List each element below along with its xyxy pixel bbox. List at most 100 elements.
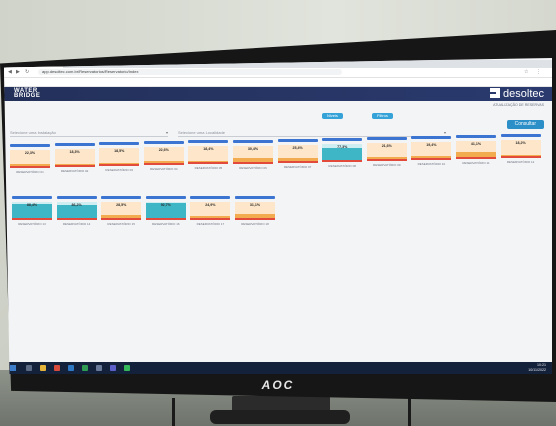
reservoir-cap (188, 140, 229, 144)
reservoir-name: RESERVATÓRIO 13 (18, 222, 46, 226)
reservoir-level-label: 77,3% (337, 144, 348, 149)
reservoir-card[interactable]: 19,4% RESERVATÓRIO 10 (411, 135, 452, 180)
reservoir-level-label: 28,5% (116, 203, 127, 207)
browser-address-bar: ◀ ▶ ↻ app.desoltec.com.br/Reservatorios/… (4, 68, 552, 78)
reservoir-card[interactable]: 18,2% RESERVATÓRIO 12 (500, 134, 541, 178)
explorer-icon[interactable] (40, 365, 46, 371)
reservoir-level-label: 41,1% (470, 142, 482, 146)
reservoir-card[interactable]: 92,7% RESERVATÓRIO 16 (145, 196, 186, 240)
reservoir-level-gauge: 28,5% (101, 202, 142, 220)
reservoir-level-gauge: 18,2% (500, 140, 541, 159)
reservoir-card[interactable]: 88,4% RESERVATÓRIO 13 (12, 196, 52, 240)
reservoir-card[interactable]: 18,3% RESERVATÓRIO 02 (54, 143, 95, 187)
reservoir-level-label: 18,5% (114, 149, 125, 154)
reservoir-level-label: 25,4% (292, 145, 303, 150)
reservoir-level-gauge: 88,4% (12, 202, 52, 220)
bookmarks-bar: AppAvisosGmailWaterBridgeERP - Gestor de… (4, 78, 552, 87)
app-header: WATER BRIDGE desoltec (4, 87, 552, 101)
desoltec-mark-icon (490, 88, 501, 98)
reservoir-cap (322, 137, 363, 141)
excel-icon[interactable] (82, 365, 88, 371)
app-icon[interactable] (96, 365, 102, 371)
reservoir-card[interactable]: 25,4% RESERVATÓRIO 07 (277, 138, 318, 183)
monitor-stand-base (210, 410, 350, 424)
reservoir-cap (56, 196, 97, 199)
reservoir-card[interactable]: 41,1% RESERVATÓRIO 11 (456, 135, 496, 179)
forward-icon[interactable]: ▶ (16, 69, 20, 76)
reservoir-cap (366, 136, 407, 140)
taskbar-clock: 10:21 10/11/2022 (528, 363, 546, 372)
reservoir-name: RESERVATÓRIO 05 (194, 166, 223, 171)
filtros-button[interactable]: Filtros (372, 113, 393, 119)
reservoir-card[interactable]: 21,6% RESERVATÓRIO 09 (366, 136, 407, 181)
reservoir-card[interactable]: 86,2% RESERVATÓRIO 14 (56, 196, 97, 240)
reservoir-cap (235, 196, 275, 199)
monitor-screen: desoltec + ◀ ▶ ↻ app.desoltec.com.br/Res… (4, 58, 552, 374)
reservoir-level-label: 22,6% (158, 148, 169, 153)
reservoir-card[interactable]: 22,6% RESERVATÓRIO 04 (143, 141, 184, 185)
reservoir-card[interactable]: 22,3% RESERVATÓRIO 01 (10, 144, 50, 188)
reservoir-cap (411, 135, 452, 139)
outlook-icon[interactable] (68, 365, 74, 371)
reservoir-card[interactable]: 30,4% RESERVATÓRIO 06 (233, 139, 273, 184)
reservoir-alarm-stripe (101, 218, 142, 220)
desoltec-logo: desoltec (490, 88, 544, 100)
reservoir-level-gauge: 31,1% (235, 202, 275, 220)
niveis-button[interactable]: Niveis (322, 113, 343, 119)
instalacao-select[interactable]: Selecione uma Instalação ▾ (10, 130, 168, 137)
reservoir-alarm-stripe (145, 218, 186, 220)
reservoir-card[interactable]: 77,3% RESERVATÓRIO 08 (322, 137, 363, 182)
reservoir-alarm-stripe (56, 218, 97, 220)
reservoir-level-gauge: 86,2% (56, 202, 97, 220)
windows-taskbar: 10:21 10/11/2022 (4, 362, 552, 374)
reservoir-cap (277, 138, 318, 142)
reservoir-name: RESERVATÓRIO 02 (60, 169, 89, 174)
url-input[interactable]: app.desoltec.com.br/Reservatorios/Reserv… (38, 69, 342, 75)
reservoir-name: RESERVATÓRIO 01 (16, 170, 44, 174)
reservoir-alarm-stripe (277, 160, 318, 163)
reservoir-alarm-stripe (143, 163, 184, 166)
search-icon[interactable] (26, 365, 32, 371)
reservoir-name: RESERVATÓRIO 06 (239, 165, 267, 170)
reservoir-alarm-stripe (456, 157, 496, 159)
reservoir-alarm-stripe (190, 218, 231, 220)
reservoir-alarm-stripe (500, 156, 541, 159)
reservoir-name: RESERVATÓRIO 12 (506, 160, 535, 165)
reservoir-name: RESERVATÓRIO 04 (150, 167, 178, 172)
reservoir-level-gauge: 92,7% (145, 202, 186, 220)
reservoir-name: RESERVATÓRIO 03 (105, 168, 133, 173)
whatsapp-icon[interactable] (124, 365, 130, 371)
reservoir-level-label: 31,1% (249, 203, 261, 207)
reservoir-name: RESERVATÓRIO 14 (62, 222, 91, 226)
reservoir-alarm-stripe (411, 157, 452, 160)
reservoir-name: RESERVATÓRIO 17 (196, 222, 225, 226)
monitor-brand-logo: AOC (261, 378, 295, 392)
reservoir-name: RESERVATÓRIO 10 (417, 161, 446, 166)
teams-icon[interactable] (110, 365, 116, 371)
menu-icon[interactable]: ⋮ (536, 69, 541, 76)
reservoir-level-gauge: 22,3% (10, 150, 50, 168)
reservoir-name: RESERVATÓRIO 09 (373, 162, 401, 167)
windows-start-icon[interactable] (10, 365, 16, 371)
reservoir-card[interactable]: 31,1% RESERVATÓRIO 18 (235, 196, 275, 240)
chrome-icon[interactable] (54, 365, 60, 371)
reservoir-alarm-stripe (235, 218, 275, 220)
reservoir-card[interactable]: 18,4% RESERVATÓRIO 05 (188, 140, 229, 184)
reservoir-cap (12, 196, 52, 199)
back-icon[interactable]: ◀ (8, 69, 12, 76)
reservoir-level-label: 86,2% (71, 203, 82, 207)
waterbridge-logo: WATER BRIDGE (14, 88, 41, 99)
reservoir-cap (233, 139, 273, 143)
reservoir-alarm-stripe (188, 162, 229, 165)
reservoir-card[interactable]: 28,5% RESERVATÓRIO 15 (101, 196, 142, 240)
reservoir-cap (145, 196, 186, 199)
page-subtitle: ATUALIZAÇÃO DE RESERVAS (493, 103, 544, 107)
reservoir-card[interactable]: 24,9% RESERVATÓRIO 17 (190, 196, 231, 240)
reservoir-level-label: 18,2% (515, 141, 526, 146)
reservoir-level-gauge: 18,5% (99, 148, 140, 167)
star-icon[interactable]: ☆ (524, 69, 528, 76)
reservoir-card[interactable]: 18,5% RESERVATÓRIO 03 (99, 142, 140, 186)
reservoir-alarm-stripe (99, 164, 140, 167)
reload-icon[interactable]: ↻ (25, 69, 29, 76)
consultar-button[interactable]: Consultar (506, 120, 544, 129)
